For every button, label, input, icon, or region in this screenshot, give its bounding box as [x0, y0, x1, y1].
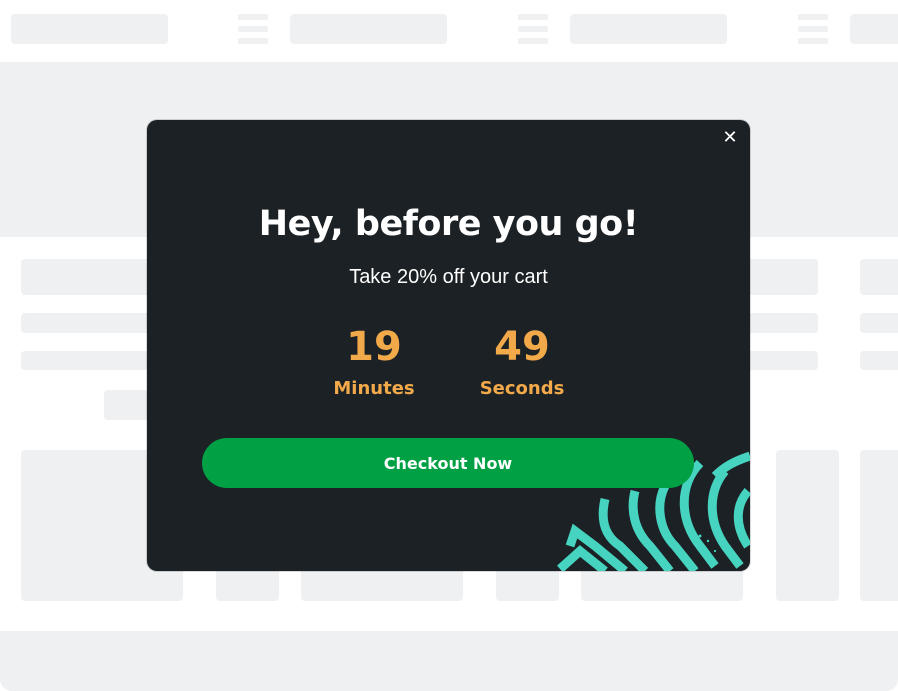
nav-placeholder-4: [850, 14, 898, 44]
timer-minutes: 19 Minutes: [304, 324, 444, 399]
nav-placeholder-2: [290, 14, 447, 44]
minutes-value: 19: [346, 324, 402, 370]
close-button[interactable]: ✕: [721, 129, 739, 147]
timer-seconds: 49 Seconds: [452, 324, 592, 399]
card-line-placeholder: [860, 351, 898, 370]
minutes-label: Minutes: [333, 378, 415, 399]
card-title-placeholder: [21, 259, 161, 295]
seconds-value: 49: [494, 324, 550, 370]
image-placeholder: [776, 450, 839, 601]
card-line-placeholder: [740, 351, 818, 370]
popup-subtitle: Take 20% off your cart: [349, 266, 548, 288]
card-line-placeholder: [21, 313, 161, 333]
countdown-timer: 19 Minutes 49 Seconds: [147, 324, 750, 404]
nav-placeholder-3: [570, 14, 727, 44]
checkout-now-button[interactable]: Checkout Now: [202, 438, 694, 488]
popup-title: Hey, before you go!: [258, 204, 639, 244]
image-placeholder: [860, 450, 898, 601]
card-line-placeholder: [21, 351, 161, 370]
card-title-placeholder: [740, 259, 818, 295]
exit-intent-popup: ✕ Hey, before you go! Take 20% off your …: [147, 120, 750, 571]
seconds-label: Seconds: [479, 378, 565, 399]
close-icon: ✕: [722, 127, 738, 148]
card-line-placeholder: [740, 313, 818, 333]
footer-placeholder: [0, 631, 898, 691]
nav-placeholder-1: [11, 14, 168, 44]
card-title-placeholder: [860, 259, 898, 295]
card-line-placeholder: [860, 313, 898, 333]
